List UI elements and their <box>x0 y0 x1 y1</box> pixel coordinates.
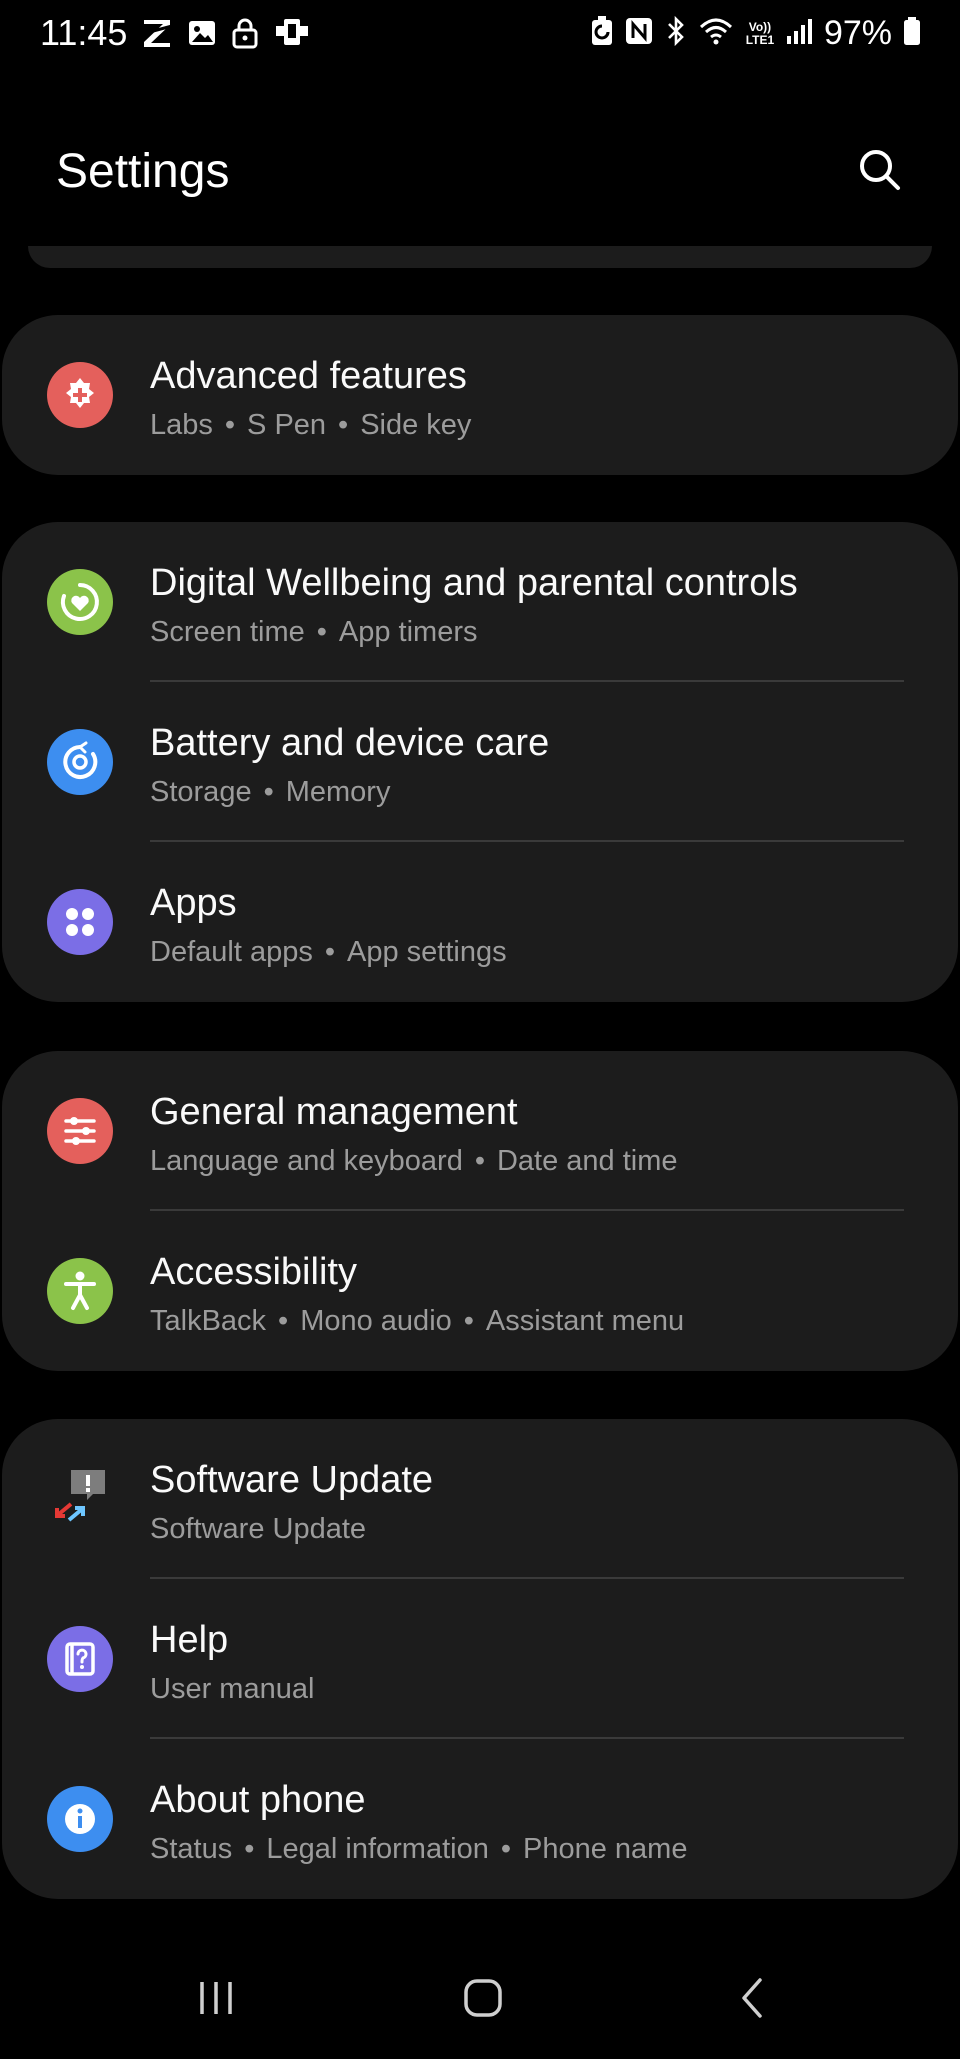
about-phone-icon <box>47 1786 113 1852</box>
battery-saver-icon <box>590 15 614 52</box>
settings-item-advanced-features[interactable]: Advanced features Labs • S Pen • Side key <box>2 315 958 475</box>
home-icon <box>461 1976 505 2025</box>
search-button[interactable] <box>848 140 912 204</box>
status-time: 11:45 <box>40 12 128 53</box>
back-icon <box>733 1976 773 2025</box>
status-bar: 11:45 Vo)) LTE1 97% <box>0 0 960 72</box>
status-right-icons: Vo)) LTE1 97% <box>590 14 922 53</box>
settings-card-1: Advanced features Labs • S Pen • Side key <box>2 315 958 475</box>
settings-item-title: Help <box>150 1619 229 1661</box>
settings-item-battery-device-care[interactable]: Battery and device care Storage • Memory <box>2 682 958 842</box>
apps-icon <box>47 889 113 955</box>
bluetooth-icon <box>664 15 688 52</box>
settings-item-subtitle: User manual <box>150 1673 315 1705</box>
home-button[interactable] <box>443 1960 523 2040</box>
settings-item-about-phone[interactable]: About phone Status • Legal information • Pho… <box>2 1739 958 1899</box>
scrolled-card-edge <box>28 246 932 268</box>
settings-item-subtitle: Storage • Memory <box>150 776 391 808</box>
navigation-bar <box>0 1940 960 2059</box>
settings-card-3: General management Language and keyboard… <box>2 1051 958 1371</box>
wifi-icon <box>698 15 734 52</box>
settings-item-subtitle: Status • Legal information • Phone name <box>150 1833 688 1865</box>
settings-item-software-update[interactable]: Software Update Software Update <box>2 1419 958 1579</box>
settings-item-title: Digital Wellbeing and parental controls <box>150 562 798 604</box>
page-title: Settings <box>56 145 230 198</box>
settings-item-subtitle: Labs • S Pen • Side key <box>150 409 472 441</box>
battery-icon <box>902 15 922 52</box>
help-icon <box>47 1626 113 1692</box>
settings-item-title: Apps <box>150 882 237 924</box>
device-care-icon <box>47 729 113 795</box>
advanced-features-icon <box>47 362 113 428</box>
digital-wellbeing-icon <box>47 569 113 635</box>
settings-item-title: Battery and device care <box>150 722 550 764</box>
status-left-icons <box>140 16 312 55</box>
settings-item-title: Advanced features <box>150 355 467 397</box>
settings-item-general-management[interactable]: General management Language and keyboard… <box>2 1051 958 1211</box>
settings-item-title: Software Update <box>150 1459 434 1501</box>
settings-item-subtitle: Software Update <box>150 1513 367 1545</box>
lock-icon <box>230 17 260 54</box>
settings-item-subtitle: Screen time • App timers <box>150 616 478 648</box>
recent-apps-button[interactable] <box>176 1960 256 2040</box>
sync-icon <box>272 16 312 55</box>
settings-card-4: Software Update Software Update Help Use… <box>2 1419 958 1899</box>
settings-item-subtitle: TalkBack • Mono audio • Assistant menu <box>150 1305 685 1337</box>
settings-card-2: Digital Wellbeing and parental controls … <box>2 522 958 1002</box>
recent-apps-icon <box>194 1978 238 2023</box>
volte-icon: Vo)) LTE1 <box>745 19 775 47</box>
battery-percent: 97% <box>823 14 892 52</box>
settings-item-help[interactable]: Help User manual <box>2 1579 958 1739</box>
settings-item-digital-wellbeing[interactable]: Digital Wellbeing and parental controls … <box>2 522 958 682</box>
settings-item-title: Accessibility <box>150 1251 357 1293</box>
settings-header: Settings <box>0 130 960 220</box>
signal-icon <box>786 16 814 51</box>
z-icon <box>140 16 174 55</box>
settings-item-apps[interactable]: Apps Default apps • App settings <box>2 842 958 1002</box>
settings-item-title: General management <box>150 1091 518 1133</box>
back-button[interactable] <box>713 1960 793 2040</box>
nfc-icon <box>624 16 654 51</box>
software-update-icon <box>47 1466 113 1532</box>
settings-item-subtitle: Default apps • App settings <box>150 936 507 968</box>
search-icon <box>856 146 904 199</box>
accessibility-icon <box>47 1258 113 1324</box>
settings-item-title: About phone <box>150 1779 366 1821</box>
gallery-icon <box>186 17 218 54</box>
settings-item-accessibility[interactable]: Accessibility TalkBack • Mono audio • Assist… <box>2 1211 958 1371</box>
general-management-icon <box>47 1098 113 1164</box>
settings-item-subtitle: Language and keyboard • Date and time <box>150 1145 678 1177</box>
